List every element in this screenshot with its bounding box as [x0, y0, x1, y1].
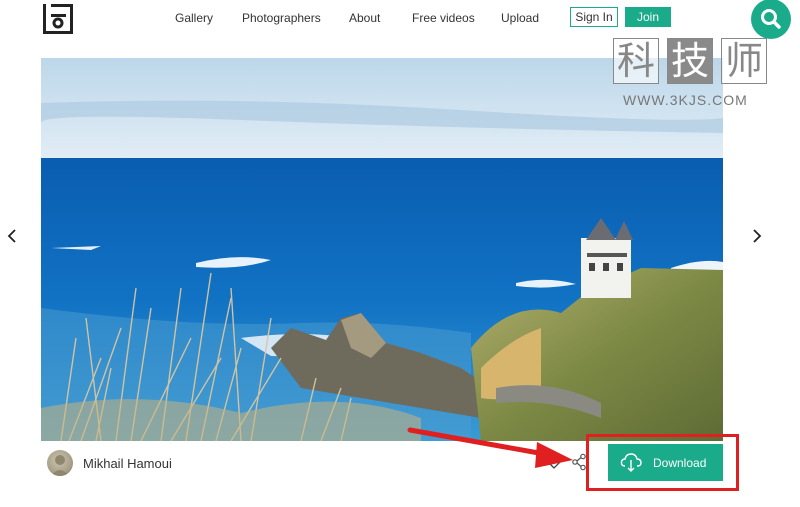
nav-free-videos[interactable]: Free videos	[412, 11, 475, 25]
site-logo-icon[interactable]	[41, 3, 75, 35]
watermark: 科 技 师 WWW.3KJS.COM	[613, 38, 773, 110]
watermark-char: 科	[613, 38, 659, 84]
search-button[interactable]	[751, 0, 791, 39]
watermark-char: 师	[721, 38, 767, 84]
nav-upload[interactable]: Upload	[501, 11, 539, 25]
chevron-right-icon[interactable]	[749, 226, 765, 246]
chevron-left-icon[interactable]	[4, 226, 20, 246]
watermark-url: WWW.3KJS.COM	[623, 92, 748, 108]
annotation-highlight-box	[586, 434, 739, 491]
nav-gallery[interactable]: Gallery	[175, 11, 213, 25]
join-button[interactable]: Join	[625, 7, 671, 27]
annotation-arrow-icon	[407, 427, 573, 468]
nav-about[interactable]: About	[349, 11, 380, 25]
avatar[interactable]	[47, 450, 73, 476]
watermark-char: 技	[667, 38, 713, 84]
author-name[interactable]: Mikhail Hamoui	[83, 456, 172, 471]
sign-in-button[interactable]: Sign In	[570, 7, 618, 27]
main-photo[interactable]	[41, 58, 723, 441]
search-icon	[761, 9, 781, 29]
nav-photographers[interactable]: Photographers	[242, 11, 321, 25]
